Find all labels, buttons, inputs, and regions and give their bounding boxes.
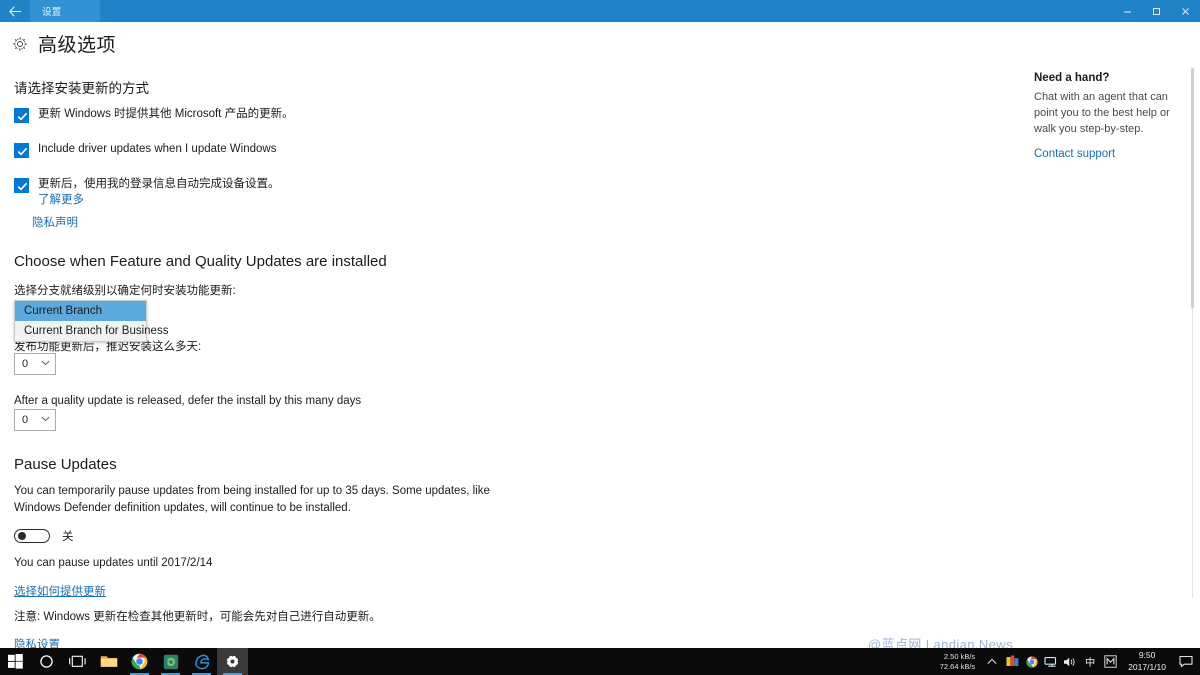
branch-readiness-select[interactable]: Current Branch Current Branch for Busine… xyxy=(14,300,168,342)
chevron-down-icon xyxy=(41,416,50,424)
window-controls xyxy=(1113,0,1200,22)
clock[interactable]: 9:50 2017/1/10 xyxy=(1120,650,1174,672)
pause-description: You can temporarily pause updates from b… xyxy=(14,485,490,514)
app-colorful-icon[interactable] xyxy=(1003,655,1022,668)
checkbox-signin-finish-setup[interactable] xyxy=(14,178,29,193)
minimize-button[interactable] xyxy=(1113,0,1142,22)
delivery-optimization-link[interactable]: 选择如何提供更新 xyxy=(14,583,106,599)
window-tab-settings[interactable]: 设置 xyxy=(30,0,100,22)
help-panel: Need a hand? Chat with an agent that can… xyxy=(1034,72,1186,162)
branch-readiness-label: 选择分支就绪级别以确定何时安装功能更新: xyxy=(14,285,236,297)
task-view-button[interactable] xyxy=(62,648,93,675)
ime-mode-icon[interactable] xyxy=(1101,655,1120,668)
chevron-down-icon xyxy=(41,360,50,368)
dropdown-option-current-branch[interactable]: Current Branch xyxy=(15,301,146,321)
action-center-button[interactable] xyxy=(1174,655,1198,668)
checkbox-label-driver-updates: Include driver updates when I update Win… xyxy=(38,143,277,155)
help-panel-title: Need a hand? xyxy=(1034,72,1110,84)
page-header: 高级选项 xyxy=(12,30,116,57)
pause-until-text: You can pause updates until 2017/2/14 xyxy=(14,557,213,569)
toggle-knob xyxy=(18,532,26,540)
quality-defer-label: After a quality update is released, defe… xyxy=(14,395,362,407)
checkbox-label-signin-finish-setup: 更新后，使用我的登录信息自动完成设备设置。 xyxy=(38,178,280,190)
privacy-statement-link[interactable]: 隐私声明 xyxy=(32,214,78,230)
restore-button[interactable] xyxy=(1142,0,1171,22)
taskbar: 2.50 kB/s 72.64 kB/s 中 9:50 2017/1/10 xyxy=(0,648,1200,675)
back-arrow-icon[interactable] xyxy=(0,0,30,22)
volume-icon[interactable] xyxy=(1060,656,1079,668)
network-upload-speed: 72.64 kB/s xyxy=(939,661,976,671)
pause-section-heading: Pause Updates xyxy=(14,456,117,473)
pause-toggle-row[interactable]: 关 xyxy=(14,528,74,544)
title-bar: 设置 xyxy=(0,0,1200,22)
titlebar-spacer xyxy=(100,0,1113,22)
pause-toggle-state-label: 关 xyxy=(62,531,74,543)
checkbox-driver-updates[interactable] xyxy=(14,143,29,158)
edge-button[interactable] xyxy=(186,648,217,675)
pause-updates-toggle[interactable] xyxy=(14,529,50,543)
evernote-button[interactable] xyxy=(155,648,186,675)
cortana-button[interactable] xyxy=(31,648,62,675)
dropdown-option-current-branch-business[interactable]: Current Branch for Business xyxy=(15,321,168,341)
file-explorer-button[interactable] xyxy=(93,648,124,675)
chrome-tray-icon[interactable] xyxy=(1022,656,1041,668)
checkbox-row-microsoft-products[interactable]: 更新 Windows 时提供其他 Microsoft 产品的更新。 xyxy=(14,107,294,123)
start-button[interactable] xyxy=(0,648,31,675)
checkbox-label-microsoft-products: 更新 Windows 时提供其他 Microsoft 产品的更新。 xyxy=(38,108,294,120)
quality-defer-value: 0 xyxy=(22,414,29,426)
auto-update-note: 注意: Windows 更新在检查其他更新时，可能会先对自己进行自动更新。 xyxy=(14,611,381,623)
system-tray: 2.50 kB/s 72.64 kB/s 中 9:50 2017/1/10 xyxy=(940,648,1200,675)
window-tab-label: 设置 xyxy=(42,7,62,18)
quality-defer-select[interactable]: 0 xyxy=(14,409,56,431)
feature-defer-select[interactable]: 0 xyxy=(14,353,56,375)
help-panel-body: Chat with an agent that can point you to… xyxy=(1034,91,1170,135)
close-button[interactable] xyxy=(1171,0,1200,22)
network-download-speed: 2.50 kB/s xyxy=(943,652,976,662)
settings-window: 设置 高级选项 请选择安装更新的方式 更新 Windows 时提供其他 Micr… xyxy=(0,0,1200,675)
show-hidden-icons-button[interactable] xyxy=(981,657,1003,667)
scrollbar-thumb[interactable] xyxy=(1191,68,1194,308)
gear-icon xyxy=(12,36,28,52)
branch-readiness-dropdown-list[interactable]: Current Branch Current Branch for Busine… xyxy=(14,300,168,342)
settings-button[interactable] xyxy=(217,648,248,675)
checkbox-row-driver-updates[interactable]: Include driver updates when I update Win… xyxy=(14,142,276,158)
page-title: 高级选项 xyxy=(38,35,117,56)
install-section-heading: 请选择安装更新的方式 xyxy=(14,81,149,96)
clock-time: 9:50 xyxy=(1138,650,1156,661)
checkbox-microsoft-products[interactable] xyxy=(14,108,29,123)
vertical-scrollbar[interactable] xyxy=(1190,68,1195,598)
chrome-button[interactable] xyxy=(124,648,155,675)
network-speed-indicator[interactable]: 2.50 kB/s 72.64 kB/s xyxy=(940,652,981,671)
feature-defer-value: 0 xyxy=(22,358,29,370)
network-icon[interactable] xyxy=(1041,656,1060,668)
ime-language-indicator[interactable]: 中 xyxy=(1079,654,1101,669)
clock-date: 2017/1/10 xyxy=(1128,661,1166,672)
branch-section-heading: Choose when Feature and Quality Updates … xyxy=(14,253,387,270)
contact-support-link[interactable]: Contact support xyxy=(1034,148,1115,160)
learn-more-link[interactable]: 了解更多 xyxy=(38,191,84,207)
settings-content: 请选择安装更新的方式 更新 Windows 时提供其他 Microsoft 产品… xyxy=(0,72,1020,651)
